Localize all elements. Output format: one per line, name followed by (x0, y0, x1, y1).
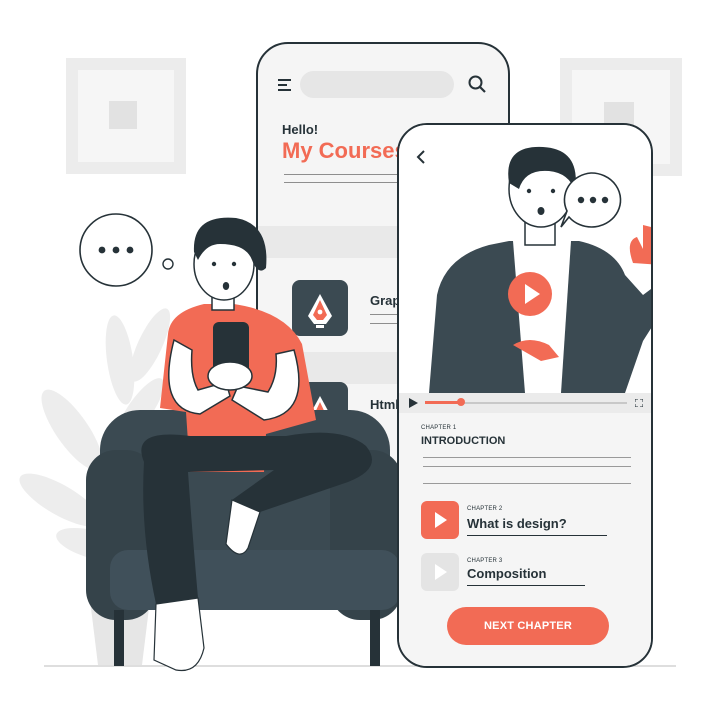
greeting-text: Hello! (282, 122, 319, 137)
search-input[interactable] (300, 71, 454, 98)
illustration-stage: Hello! My Courses Grap Html t (0, 0, 708, 709)
fullscreen-icon[interactable] (635, 399, 643, 407)
chapter-thumbnail[interactable] (421, 553, 459, 591)
sock (153, 597, 205, 672)
chapter-number: CHAPTER 3 (467, 558, 503, 564)
wall-frame-left (66, 58, 186, 174)
text-placeholder-line (423, 466, 631, 467)
text-placeholder-line (467, 585, 585, 586)
next-chapter-button[interactable]: NEXT CHAPTER (447, 607, 609, 645)
text-placeholder-line (467, 535, 607, 536)
seek-progress (425, 401, 461, 404)
play-icon (435, 512, 447, 528)
chapter-number: CHAPTER 1 (421, 425, 457, 431)
back-arrow-icon[interactable] (415, 150, 427, 164)
play-icon[interactable] (507, 271, 553, 317)
armchair-leg (114, 610, 124, 666)
chapter-thumbnail[interactable] (421, 501, 459, 539)
chapter-title[interactable]: Composition (467, 566, 546, 581)
chapter-number: CHAPTER 2 (467, 506, 503, 512)
current-chapter-title: INTRODUCTION (421, 435, 506, 447)
text-placeholder-line (423, 483, 631, 484)
waving-hand (629, 225, 651, 265)
video-area[interactable] (399, 125, 651, 393)
menu-icon[interactable] (278, 78, 294, 92)
play-icon (435, 564, 447, 580)
speech-bubble-icon (560, 172, 622, 228)
text-placeholder-line (423, 457, 631, 458)
video-player-phone: CHAPTER 1 INTRODUCTION CHAPTER 2 What is… (397, 123, 653, 668)
play-icon[interactable] (409, 398, 418, 408)
person-on-armchair-illustration (86, 217, 402, 672)
armchair-leg (370, 610, 380, 666)
search-icon[interactable] (468, 75, 486, 93)
playback-controls (399, 393, 651, 413)
seek-handle[interactable] (457, 398, 465, 406)
page-title: My Courses (282, 138, 407, 163)
chapter-title[interactable]: What is design? (467, 516, 567, 531)
